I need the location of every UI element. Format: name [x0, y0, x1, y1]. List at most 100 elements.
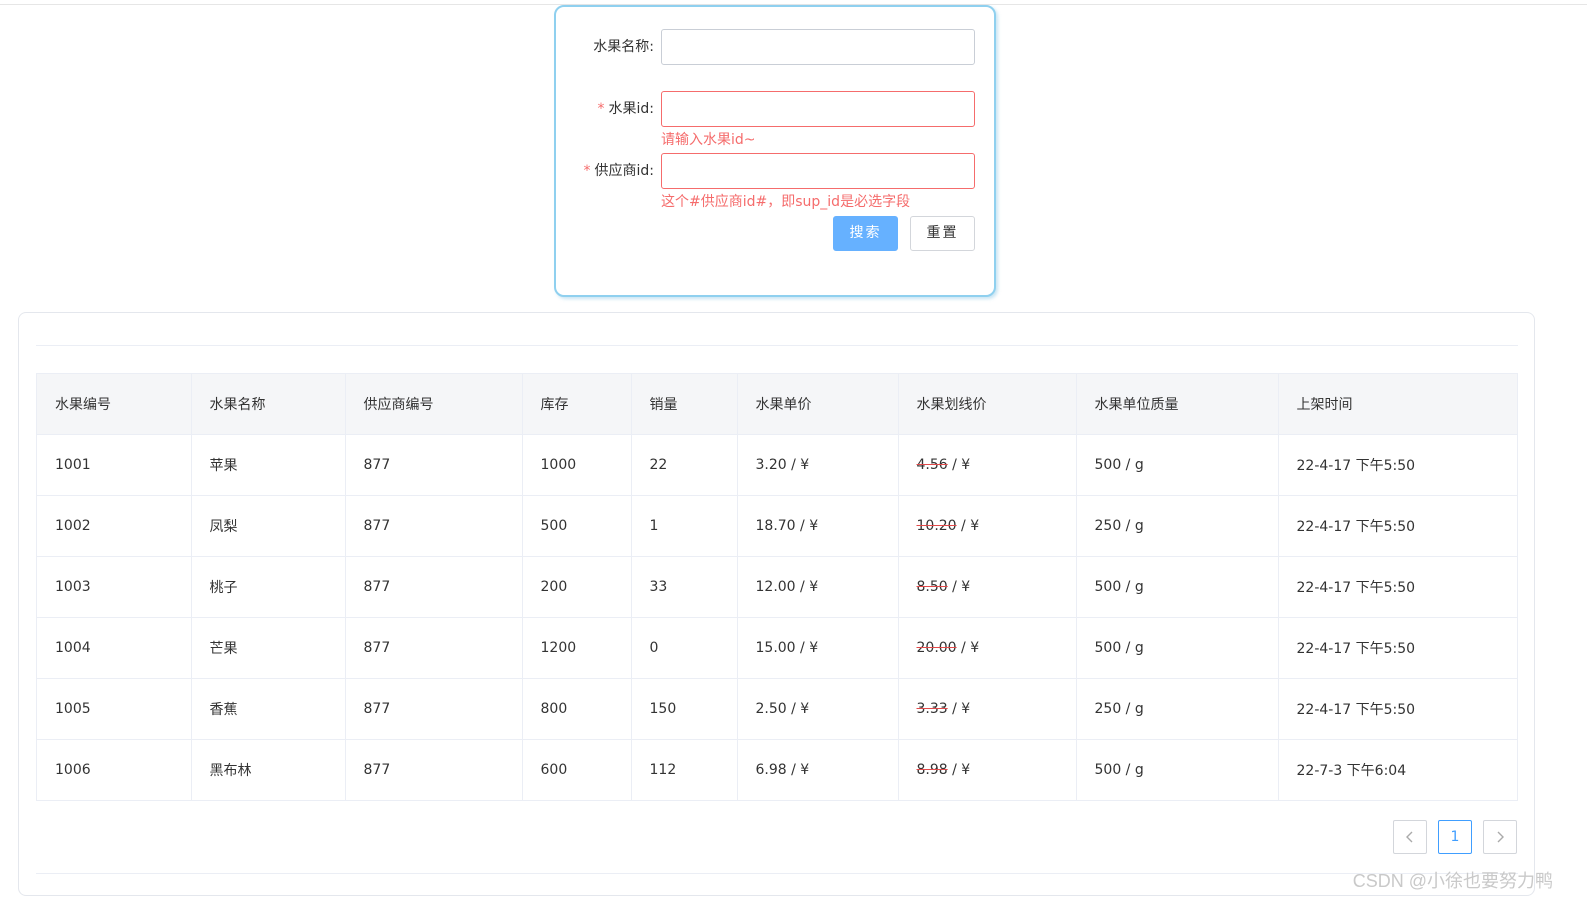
- price-unit: / ¥: [786, 457, 810, 473]
- cell-fruit-name: 香蕉: [191, 678, 346, 740]
- strike-price-value: 20.00: [916, 640, 957, 656]
- cell-sales: 112: [631, 739, 738, 800]
- strike-price-value: 3.33: [916, 701, 948, 717]
- cell-stock: 800: [522, 678, 632, 740]
- cell-fruit-name: 芒果: [191, 617, 346, 679]
- cell-listed-time: 22-4-17 下午5:50: [1278, 617, 1517, 679]
- price-unit: / ¥: [786, 762, 810, 778]
- cell-strike-price: 20.00 / ¥: [898, 617, 1077, 679]
- price-value: 18.70: [755, 518, 796, 534]
- supplier-id-label-text: 供应商id:: [594, 163, 655, 179]
- watermark-text: CSDN @小徐也要努力鸭: [1352, 871, 1553, 891]
- search-button[interactable]: 搜索: [833, 216, 898, 251]
- cell-fruit-id: 1001: [37, 434, 192, 496]
- table-header-row: 水果编号 水果名称 供应商编号 库存 销量 水果单价 水果划线价 水果单位质量 …: [37, 374, 1517, 435]
- cell-unit-weight: 500 / g: [1076, 617, 1279, 679]
- fruit-table: 水果编号 水果名称 供应商编号 库存 销量 水果单价 水果划线价 水果单位质量 …: [36, 373, 1518, 801]
- cell-sales: 33: [631, 556, 738, 618]
- cell-price: 3.20 / ¥: [737, 434, 899, 496]
- supplier-id-error: 这个#供应商id#，即sup_id是必选字段: [661, 194, 911, 210]
- strike-price-unit: / ¥: [947, 701, 971, 717]
- strike-price-value: 8.98: [916, 762, 948, 778]
- fruit-id-input[interactable]: [661, 91, 975, 127]
- reset-button[interactable]: 重置: [910, 216, 975, 251]
- table-row: 1001 苹果 877 1000 22 3.20 / ¥ 4.56 / ¥ 50…: [37, 434, 1517, 496]
- col-header-price: 水果单价: [737, 374, 899, 435]
- cell-supplier-id: 877: [345, 739, 523, 800]
- cell-fruit-name: 桃子: [191, 556, 346, 618]
- cell-listed-time: 22-4-17 下午5:50: [1278, 556, 1517, 618]
- price-unit: / ¥: [795, 579, 819, 595]
- cell-fruit-name: 凤梨: [191, 495, 346, 557]
- price-value: 6.98: [755, 762, 787, 778]
- supplier-id-input[interactable]: [661, 153, 975, 189]
- cell-listed-time: 22-4-17 下午5:50: [1278, 678, 1517, 740]
- price-unit: / ¥: [795, 640, 819, 656]
- price-value: 3.20: [755, 457, 787, 473]
- cell-fruit-id: 1004: [37, 617, 192, 679]
- search-form-card: 水果名称: * 水果id: 请输入水果id~ * 供应商id: 这个#供应商id#，…: [554, 5, 996, 297]
- cell-stock: 1200: [522, 617, 632, 679]
- table-row: 1005 香蕉 877 800 150 2.50 / ¥ 3.33 / ¥ 25…: [37, 678, 1517, 740]
- pagination-next-button[interactable]: [1483, 820, 1517, 854]
- cell-stock: 200: [522, 556, 632, 618]
- cell-price: 6.98 / ¥: [737, 739, 899, 800]
- cell-unit-weight: 500 / g: [1076, 434, 1279, 496]
- table-row: 1004 芒果 877 1200 0 15.00 / ¥ 20.00 / ¥ 5…: [37, 617, 1517, 679]
- cell-strike-price: 8.50 / ¥: [898, 556, 1077, 618]
- strike-price-value: 8.50: [916, 579, 948, 595]
- chevron-right-icon: [1495, 829, 1505, 845]
- strike-price-unit: / ¥: [956, 640, 980, 656]
- cell-strike-price: 4.56 / ¥: [898, 434, 1077, 496]
- cell-fruit-name: 黑布林: [191, 739, 346, 800]
- fruit-name-input[interactable]: [661, 29, 975, 65]
- cell-unit-weight: 250 / g: [1076, 495, 1279, 557]
- supplier-id-label: * 供应商id:: [584, 153, 655, 189]
- fruit-name-label-text: 水果名称:: [593, 39, 654, 55]
- col-header-sales: 销量: [631, 374, 738, 435]
- cell-supplier-id: 877: [345, 434, 523, 496]
- table-row: 1003 桃子 877 200 33 12.00 / ¥ 8.50 / ¥ 50…: [37, 556, 1517, 618]
- pagination-page-1[interactable]: 1: [1438, 820, 1472, 854]
- cell-price: 15.00 / ¥: [737, 617, 899, 679]
- cell-stock: 600: [522, 739, 632, 800]
- cell-strike-price: 3.33 / ¥: [898, 678, 1077, 740]
- strike-price-unit: / ¥: [956, 518, 980, 534]
- cell-stock: 1000: [522, 434, 632, 496]
- cell-price: 2.50 / ¥: [737, 678, 899, 740]
- price-value: 2.50: [755, 701, 787, 717]
- col-header-unit-weight: 水果单位质量: [1076, 374, 1279, 435]
- cell-price: 18.70 / ¥: [737, 495, 899, 557]
- required-mark: *: [583, 163, 591, 179]
- fruit-id-label: * 水果id:: [598, 91, 655, 127]
- cell-supplier-id: 877: [345, 495, 523, 557]
- cell-price: 12.00 / ¥: [737, 556, 899, 618]
- chevron-left-icon: [1405, 829, 1415, 845]
- price-value: 15.00: [755, 640, 796, 656]
- cell-supplier-id: 877: [345, 678, 523, 740]
- col-header-fruit-id: 水果编号: [37, 374, 192, 435]
- cell-listed-time: 22-4-17 下午5:50: [1278, 495, 1517, 557]
- fruit-table-card: 水果编号 水果名称 供应商编号 库存 销量 水果单价 水果划线价 水果单位质量 …: [18, 312, 1535, 896]
- strike-price-value: 4.56: [916, 457, 948, 473]
- table-row: 1002 凤梨 877 500 1 18.70 / ¥ 10.20 / ¥ 25…: [37, 495, 1517, 557]
- fruit-id-error: 请输入水果id~: [661, 132, 756, 148]
- cell-fruit-name: 苹果: [191, 434, 346, 496]
- cell-sales: 22: [631, 434, 738, 496]
- pagination-prev-button[interactable]: [1393, 820, 1427, 854]
- cell-listed-time: 22-4-17 下午5:50: [1278, 434, 1517, 496]
- col-header-listed-time: 上架时间: [1278, 374, 1517, 435]
- table-row: 1006 黑布林 877 600 112 6.98 / ¥ 8.98 / ¥ 5…: [37, 739, 1517, 800]
- required-mark: *: [597, 101, 605, 117]
- col-header-stock: 库存: [522, 374, 632, 435]
- cell-supplier-id: 877: [345, 617, 523, 679]
- strike-price-value: 10.20: [916, 518, 957, 534]
- cell-supplier-id: 877: [345, 556, 523, 618]
- cell-fruit-id: 1002: [37, 495, 192, 557]
- strike-price-unit: / ¥: [947, 457, 971, 473]
- cell-strike-price: 8.98 / ¥: [898, 739, 1077, 800]
- card-header-divider: [36, 345, 1518, 346]
- cell-sales: 1: [631, 495, 738, 557]
- col-header-strike-price: 水果划线价: [898, 374, 1077, 435]
- strike-price-unit: / ¥: [947, 762, 971, 778]
